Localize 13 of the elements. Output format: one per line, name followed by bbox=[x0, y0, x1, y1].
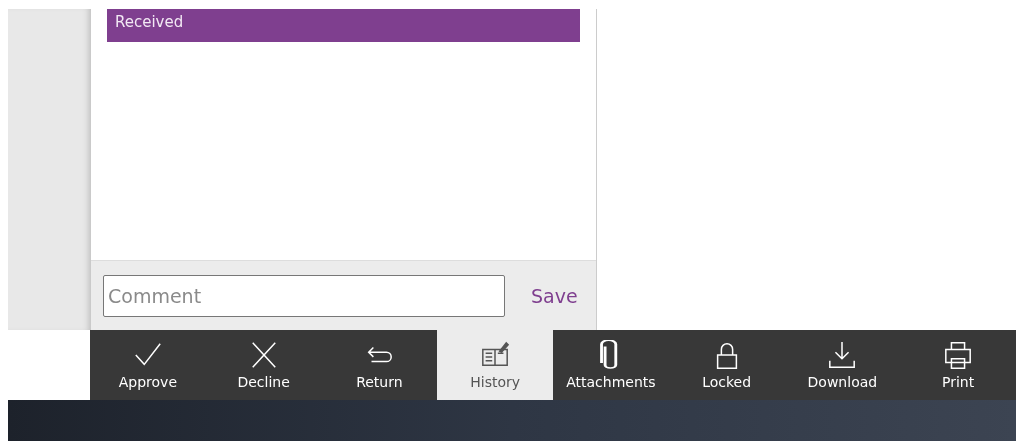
comment-field[interactable]: Comment bbox=[103, 274, 505, 317]
toolbar-button[interactable]: Attachments bbox=[553, 330, 669, 400]
toolbar-button[interactable]: Approve bbox=[90, 330, 206, 400]
toolbar-button[interactable]: History bbox=[437, 330, 553, 400]
list-item[interactable]: Received bbox=[107, 9, 580, 42]
save-link[interactable]: Save bbox=[531, 284, 578, 307]
download-icon bbox=[827, 340, 858, 370]
toolbar-button[interactable]: Decline bbox=[205, 330, 322, 400]
toolbar-button[interactable]: Locked bbox=[668, 330, 785, 400]
toolbar-button[interactable]: Return bbox=[321, 330, 438, 400]
toolbar-button[interactable]: Print bbox=[900, 330, 1016, 400]
toolbar-button[interactable]: Download bbox=[784, 330, 901, 400]
printer-icon bbox=[943, 340, 974, 370]
